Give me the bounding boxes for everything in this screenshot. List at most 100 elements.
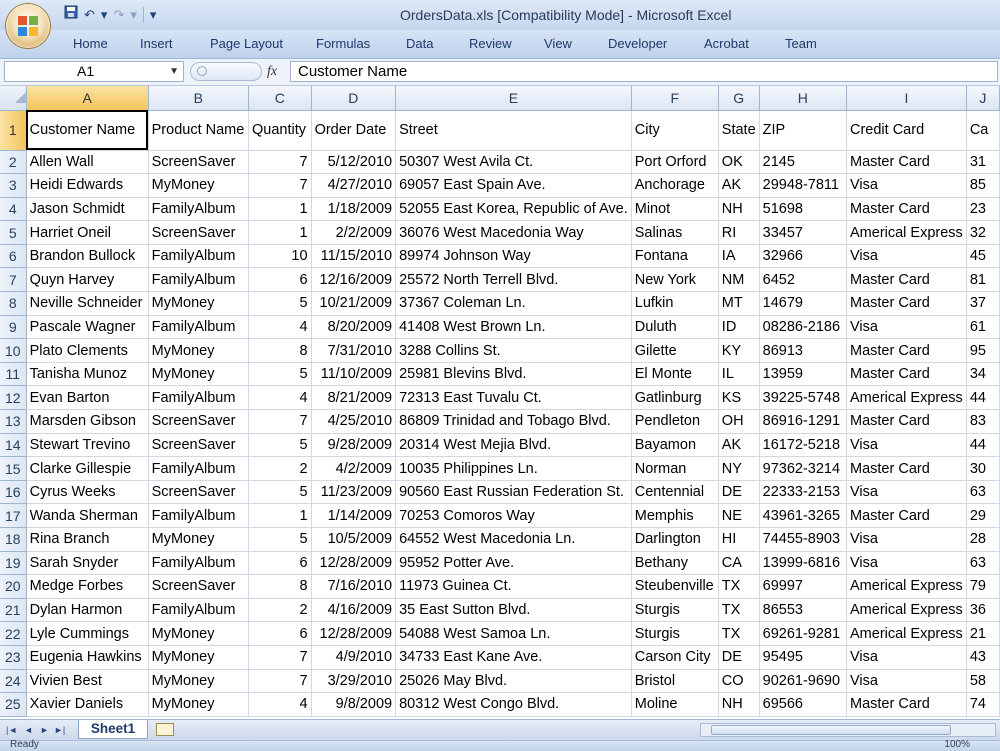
- data-cell[interactable]: El Monte: [631, 362, 719, 387]
- data-cell[interactable]: RI: [718, 220, 760, 245]
- header-cell[interactable]: Credit Card: [846, 110, 967, 151]
- data-cell[interactable]: 1: [248, 197, 312, 222]
- tab-page-layout[interactable]: Page Layout: [210, 30, 283, 58]
- data-cell[interactable]: Americal Express: [846, 220, 967, 245]
- data-cell[interactable]: Moline: [631, 692, 719, 717]
- data-cell[interactable]: Fontana: [631, 244, 719, 269]
- data-cell[interactable]: 32: [966, 220, 1000, 245]
- row-header[interactable]: 3: [0, 173, 27, 198]
- data-cell[interactable]: FamilyAlbum: [148, 197, 250, 222]
- data-cell[interactable]: MyMoney: [148, 362, 250, 387]
- data-cell[interactable]: Duluth: [631, 315, 719, 340]
- data-cell[interactable]: 29: [966, 503, 1000, 528]
- data-cell[interactable]: 4: [248, 315, 312, 340]
- data-cell[interactable]: FamilyAlbum: [148, 503, 250, 528]
- data-cell[interactable]: Stewart Trevino: [26, 433, 149, 458]
- data-cell[interactable]: Lyle Cummings: [26, 621, 149, 646]
- undo-icon[interactable]: ↶: [84, 5, 95, 25]
- data-cell[interactable]: Plato Clements: [26, 338, 149, 363]
- data-cell[interactable]: Visa: [846, 669, 967, 694]
- data-cell[interactable]: KY: [718, 338, 760, 363]
- data-cell[interactable]: Rina Branch: [26, 527, 149, 552]
- data-cell[interactable]: 95952 Potter Ave.: [395, 551, 632, 576]
- data-cell[interactable]: Evan Barton: [26, 385, 149, 411]
- data-cell[interactable]: 35 East Sutton Blvd.: [395, 598, 632, 623]
- data-cell[interactable]: Port Orford: [631, 150, 719, 175]
- data-cell[interactable]: 86913: [759, 338, 848, 363]
- data-cell[interactable]: Master Card: [846, 692, 967, 717]
- data-cell[interactable]: 25981 Blevins Blvd.: [395, 362, 632, 387]
- tab-data[interactable]: Data: [406, 30, 433, 58]
- header-cell[interactable]: Customer Name: [26, 110, 149, 151]
- data-cell[interactable]: 45: [966, 244, 1000, 269]
- data-cell[interactable]: 22333-2153: [759, 480, 848, 505]
- data-cell[interactable]: 11/15/2010: [311, 244, 397, 269]
- data-cell[interactable]: ScreenSaver: [148, 480, 250, 505]
- data-cell[interactable]: 85: [966, 173, 1000, 198]
- data-cell[interactable]: MyMoney: [148, 173, 250, 198]
- data-cell[interactable]: 51698: [759, 197, 848, 222]
- data-cell[interactable]: 50307 West Avila Ct.: [395, 150, 632, 175]
- data-cell[interactable]: 90261-9690: [759, 669, 848, 694]
- data-cell[interactable]: Americal Express: [846, 621, 967, 646]
- data-cell[interactable]: OH: [718, 409, 760, 434]
- data-cell[interactable]: Allen Wall: [26, 150, 149, 175]
- data-cell[interactable]: Master Card: [846, 503, 967, 528]
- tab-review[interactable]: Review: [469, 30, 512, 58]
- insert-function-icon[interactable]: fx: [267, 61, 277, 83]
- row-header[interactable]: 6: [0, 244, 27, 269]
- data-cell[interactable]: 4: [248, 692, 312, 717]
- data-cell[interactable]: Memphis: [631, 503, 719, 528]
- data-cell[interactable]: 34: [966, 362, 1000, 387]
- data-cell[interactable]: 3288 Collins St.: [395, 338, 632, 363]
- data-cell[interactable]: New York: [631, 267, 719, 293]
- data-cell[interactable]: 63: [966, 480, 1000, 505]
- data-cell[interactable]: 9/28/2009: [311, 433, 397, 458]
- data-cell[interactable]: Jason Schmidt: [26, 197, 149, 222]
- data-cell[interactable]: Neville Schneider: [26, 291, 149, 316]
- data-cell[interactable]: Norman: [631, 456, 719, 481]
- prev-sheet-icon[interactable]: ◄: [24, 722, 33, 738]
- data-cell[interactable]: 86916-1291: [759, 409, 848, 434]
- data-cell[interactable]: OK: [718, 150, 760, 175]
- data-cell[interactable]: MyMoney: [148, 621, 250, 646]
- data-cell[interactable]: 7: [248, 150, 312, 175]
- data-cell[interactable]: Vivien Best: [26, 669, 149, 694]
- data-cell[interactable]: 69261-9281: [759, 621, 848, 646]
- data-cell[interactable]: 52055 East Korea, Republic of Ave.: [395, 197, 632, 222]
- row-header[interactable]: 25: [0, 692, 27, 717]
- data-cell[interactable]: HI: [718, 527, 760, 552]
- data-cell[interactable]: Xavier Daniels: [26, 692, 149, 717]
- data-cell[interactable]: 79: [966, 574, 1000, 599]
- data-cell[interactable]: 12/28/2009: [311, 551, 397, 576]
- data-cell[interactable]: 69997: [759, 574, 848, 599]
- data-cell[interactable]: 6: [248, 621, 312, 646]
- row-header[interactable]: 20: [0, 574, 27, 599]
- data-cell[interactable]: Brandon Bullock: [26, 244, 149, 269]
- data-cell[interactable]: Visa: [846, 244, 967, 269]
- header-cell[interactable]: City: [631, 110, 719, 151]
- row-header[interactable]: 22: [0, 621, 27, 646]
- formula-input[interactable]: Customer Name: [290, 61, 998, 82]
- data-cell[interactable]: 5/12/2010: [311, 150, 397, 175]
- data-cell[interactable]: Visa: [846, 551, 967, 576]
- data-cell[interactable]: 10035 Philippines Ln.: [395, 456, 632, 481]
- data-cell[interactable]: FamilyAlbum: [148, 456, 250, 481]
- row-header[interactable]: 1: [0, 110, 27, 151]
- data-cell[interactable]: 8: [248, 338, 312, 363]
- data-cell[interactable]: Master Card: [846, 150, 967, 175]
- data-cell[interactable]: Sturgis: [631, 621, 719, 646]
- data-cell[interactable]: 4/25/2010: [311, 409, 397, 434]
- data-cell[interactable]: CA: [718, 551, 760, 576]
- data-cell[interactable]: NH: [718, 197, 760, 222]
- data-cell[interactable]: 86809 Trinidad and Tobago Blvd.: [395, 409, 632, 434]
- data-cell[interactable]: 4/27/2010: [311, 173, 397, 198]
- row-header[interactable]: 13: [0, 409, 27, 434]
- data-cell[interactable]: MyMoney: [148, 338, 250, 363]
- data-cell[interactable]: Minot: [631, 197, 719, 222]
- data-cell[interactable]: Clarke Gillespie: [26, 456, 149, 481]
- data-cell[interactable]: Master Card: [846, 456, 967, 481]
- column-header-g[interactable]: G: [718, 86, 760, 111]
- row-header[interactable]: 10: [0, 338, 27, 363]
- data-cell[interactable]: 4/9/2010: [311, 645, 397, 670]
